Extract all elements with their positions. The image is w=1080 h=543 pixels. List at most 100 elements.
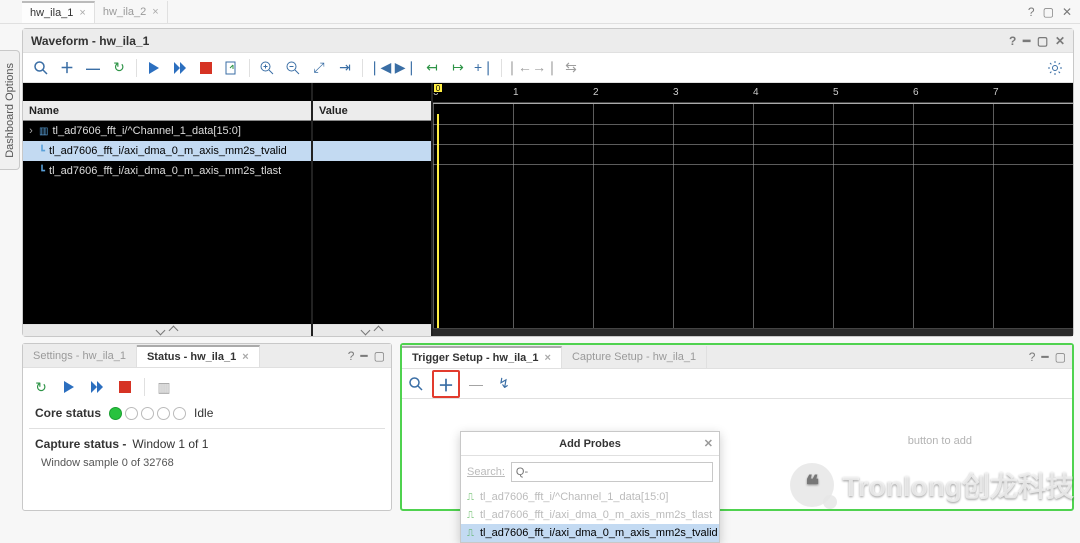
zoom-fit-icon[interactable]: ⤢ [307, 56, 331, 80]
remove-probe-button[interactable]: ― [464, 372, 488, 396]
time-ruler[interactable]: 0 01234567 [433, 83, 1073, 103]
tab-label: Capture Setup - hw_ila_1 [572, 351, 696, 363]
search-icon[interactable] [404, 372, 428, 396]
value-row [313, 161, 431, 181]
swap-markers-icon[interactable]: ⇆ [559, 56, 583, 80]
column-resize-handle[interactable] [313, 324, 431, 336]
signal-row[interactable]: ┗ tl_ad7606_fft_i/axi_dma_0_m_axis_mm2s_… [23, 141, 311, 161]
tab-capture-setup[interactable]: Capture Setup - hw_ila_1 [562, 346, 707, 368]
add-probe-button[interactable]: ＋ [434, 372, 458, 396]
core-status-label: Core status [35, 406, 101, 420]
settings-gear-icon[interactable] [1043, 56, 1067, 80]
zoom-in-icon[interactable] [255, 56, 279, 80]
time-tick: 7 [993, 87, 999, 98]
file-tab-hw-ila-1[interactable]: hw_ila_1 × [22, 1, 95, 23]
expand-caret-icon[interactable]: › [27, 125, 35, 137]
stop-button[interactable] [113, 375, 137, 399]
prev-marker-icon[interactable]: ❘← [507, 56, 531, 80]
signal-name: tl_ad7606_fft_i/axi_dma_0_m_axis_mm2s_tl… [49, 165, 281, 177]
core-status-indicator [109, 407, 186, 420]
close-icon[interactable]: × [545, 352, 551, 364]
run-continuous-button[interactable] [168, 56, 192, 80]
close-icon[interactable]: ✕ [1055, 35, 1065, 47]
search-icon[interactable] [29, 56, 53, 80]
time-tick: 1 [513, 87, 519, 98]
signal-list[interactable]: › ▥ tl_ad7606_fft_i/^Channel_1_data[15:0… [23, 121, 311, 324]
add-marker-icon[interactable]: +❘ [472, 56, 496, 80]
time-cursor-marker[interactable]: 0 [433, 83, 443, 93]
add-button[interactable]: ＋ [55, 56, 79, 80]
zoom-out-icon[interactable] [281, 56, 305, 80]
search-label: Search: [467, 466, 505, 478]
minimize-icon[interactable]: ━ [1041, 351, 1048, 363]
separator [29, 428, 385, 429]
add-probes-title: Add Probes [559, 438, 621, 450]
signal-row[interactable]: ┗ tl_ad7606_fft_i/axi_dma_0_m_axis_mm2s_… [23, 161, 311, 181]
file-tab-label: hw_ila_2 [103, 6, 146, 18]
status-dot [125, 407, 138, 420]
minimize-icon[interactable]: ━ [360, 350, 367, 362]
tab-status[interactable]: Status - hw_ila_1 × [137, 345, 260, 367]
file-tab-hw-ila-2[interactable]: hw_ila_2 × [95, 1, 168, 23]
capture-status-label: Capture status - [35, 437, 126, 451]
go-first-icon[interactable]: ❘◀ [368, 56, 392, 80]
help-icon[interactable]: ? [1009, 35, 1016, 47]
minimize-icon[interactable]: ━ [1023, 35, 1030, 47]
maximize-icon[interactable]: ▢ [374, 350, 385, 362]
refresh-icon[interactable]: ↻ [29, 375, 53, 399]
time-cursor-line[interactable] [437, 114, 439, 328]
next-transition-icon[interactable]: ↦ [446, 56, 470, 80]
stop-button[interactable] [194, 56, 218, 80]
add-probe-hint: button to add [908, 435, 972, 447]
tab-label: Settings - hw_ila_1 [33, 350, 126, 362]
close-icon[interactable]: × [242, 351, 248, 363]
maximize-icon[interactable]: ▢ [1043, 6, 1054, 18]
status-dot [157, 407, 170, 420]
run-continuous-button[interactable] [85, 375, 109, 399]
window-icon[interactable]: ▥ [152, 375, 176, 399]
waveform-title: Waveform - hw_ila_1 [31, 34, 149, 48]
maximize-icon[interactable]: ▢ [1037, 35, 1048, 47]
tab-settings[interactable]: Settings - hw_ila_1 [23, 345, 137, 367]
prev-transition-icon[interactable]: ↤ [420, 56, 444, 80]
signal-icon: ┗ [39, 166, 45, 177]
close-icon[interactable]: ✕ [704, 437, 713, 450]
close-icon[interactable]: × [152, 6, 158, 18]
probe-list-item[interactable]: ⎍ tl_ad7606_fft_i/^Channel_1_data[15:0] [461, 488, 719, 506]
close-icon[interactable]: × [79, 7, 85, 19]
refresh-icon[interactable]: ↻ [107, 56, 131, 80]
signal-row[interactable]: › ▥ tl_ad7606_fft_i/^Channel_1_data[15:0… [23, 121, 311, 141]
probe-list[interactable]: ⎍ tl_ad7606_fft_i/^Channel_1_data[15:0] … [461, 488, 719, 542]
help-icon[interactable]: ? [348, 350, 355, 362]
bus-icon: ▥ [39, 126, 48, 137]
time-tick: 5 [833, 87, 839, 98]
maximize-icon[interactable]: ▢ [1055, 351, 1066, 363]
probe-item-label: tl_ad7606_fft_i/^Channel_1_data[15:0] [480, 491, 668, 503]
waveform-area[interactable]: 0 01234567 [433, 83, 1073, 336]
next-marker-icon[interactable]: →❘ [533, 56, 557, 80]
signal-name: tl_ad7606_fft_i/axi_dma_0_m_axis_mm2s_tv… [49, 145, 287, 157]
waveform-minimap[interactable] [433, 328, 1073, 336]
trigger-setup-panel: Trigger Setup - hw_ila_1 × Capture Setup… [400, 343, 1074, 511]
configure-icon[interactable]: ↯ [492, 372, 516, 396]
go-to-cursor-icon[interactable]: ⇥ [333, 56, 357, 80]
help-icon[interactable]: ? [1029, 351, 1036, 363]
run-trigger-button[interactable] [57, 375, 81, 399]
probe-list-item[interactable]: ⎍ tl_ad7606_fft_i/axi_dma_0_m_axis_mm2s_… [461, 524, 719, 542]
bottom-panels: Settings - hw_ila_1 Status - hw_ila_1 × … [22, 343, 1074, 511]
close-icon[interactable]: ✕ [1062, 6, 1072, 18]
add-probes-dialog: Add Probes ✕ Search: ⎍ tl_ad7606_fft_i/^… [460, 431, 720, 543]
waveform-toolbar: ＋ ― ↻ ⤢ ⇥ ❘◀ ▶❘ ↤ ↦ +❘ ❘← →❘ ⇆ [23, 53, 1073, 83]
probe-item-label: tl_ad7606_fft_i/axi_dma_0_m_axis_mm2s_tv… [480, 527, 718, 539]
tab-trigger-setup[interactable]: Trigger Setup - hw_ila_1 × [402, 346, 562, 368]
column-resize-handle[interactable] [23, 324, 311, 336]
probe-search-input[interactable] [511, 462, 713, 482]
run-trigger-button[interactable] [142, 56, 166, 80]
export-icon[interactable] [220, 56, 244, 80]
dashboard-options-sidebar[interactable]: Dashboard Options [0, 50, 20, 170]
go-last-icon[interactable]: ▶❘ [394, 56, 418, 80]
probe-list-item[interactable]: ⎍ tl_ad7606_fft_i/axi_dma_0_m_axis_mm2s_… [461, 506, 719, 524]
remove-button[interactable]: ― [81, 56, 105, 80]
probe-icon: ⎍ [467, 510, 474, 521]
help-icon[interactable]: ? [1028, 6, 1035, 18]
